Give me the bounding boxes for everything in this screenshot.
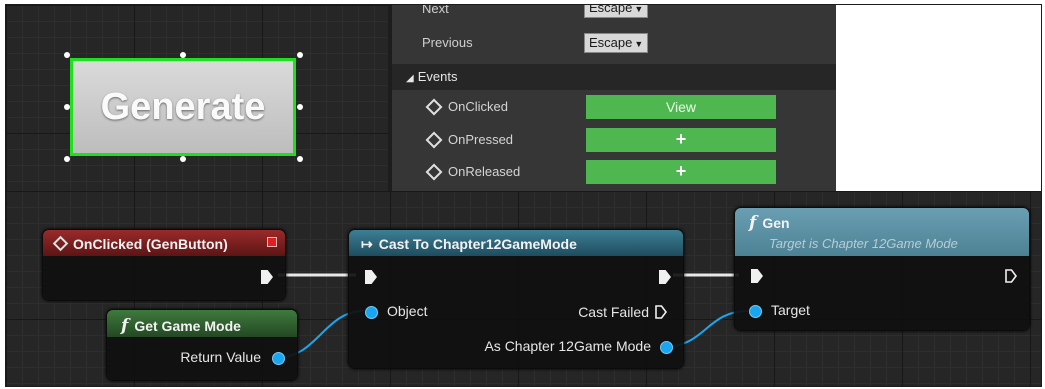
- resize-handle-top-right[interactable]: [297, 52, 303, 58]
- target-label: Target: [771, 302, 810, 318]
- cast-failed-pin[interactable]: [655, 305, 667, 319]
- event-row-onclicked: OnClicked: [425, 98, 508, 115]
- previous-label: Previous: [422, 35, 473, 50]
- event-row-onreleased: OnReleased: [425, 163, 521, 180]
- cast-node-title: Cast To Chapter12GameMode: [378, 236, 577, 252]
- gen-function-node[interactable]: f Gen Target is Chapter 12Game Mode Targe…: [734, 207, 1030, 331]
- previous-dropdown[interactable]: Escape ▼: [584, 33, 648, 53]
- cast-node[interactable]: ↦ Cast To Chapter12GameMode Object Cast F…: [348, 229, 684, 369]
- designer-canvas[interactable]: Generate: [6, 5, 388, 191]
- return-value-label: Return Value: [180, 349, 261, 365]
- delegate-pin-icon[interactable]: [267, 237, 277, 247]
- get-game-mode-node[interactable]: f Get Game Mode Return Value: [106, 309, 298, 381]
- onpressed-add-button[interactable]: +: [586, 128, 776, 152]
- editor-frame: Generate Next Escape ▼ Previous Escape ▼ ◢…: [5, 4, 1042, 387]
- event-node-title: OnClicked (GenButton): [73, 236, 228, 252]
- cast-arrow-icon: ↦: [361, 236, 373, 252]
- event-node-onclicked[interactable]: OnClicked (GenButton): [42, 229, 286, 301]
- onreleased-add-button[interactable]: +: [586, 160, 776, 184]
- function-icon: f: [121, 316, 129, 336]
- gen-node-subtitle: Target is Chapter 12Game Mode: [769, 236, 958, 251]
- events-header-label: Events: [417, 69, 458, 84]
- event-diamond-icon: [425, 131, 443, 148]
- next-label: Next: [422, 4, 449, 16]
- generate-button[interactable]: Generate: [70, 58, 296, 156]
- next-dropdown[interactable]: Escape ▼: [584, 4, 648, 18]
- chevron-down-icon: ▼: [634, 39, 644, 49]
- collapse-arrow-icon: ◢: [406, 73, 414, 84]
- blueprint-graph[interactable]: OnClicked (GenButton) f Get Game Mode Ret…: [6, 191, 1041, 386]
- target-pin[interactable]: [749, 305, 762, 318]
- events-section-header[interactable]: ◢ Events: [392, 64, 836, 90]
- next-value: Escape: [589, 4, 633, 15]
- resize-handle-right[interactable]: [297, 104, 303, 110]
- as-game-mode-label: As Chapter 12Game Mode: [484, 338, 651, 354]
- resize-handle-left[interactable]: [64, 104, 70, 110]
- gen-node-title: Gen: [762, 215, 790, 231]
- resize-handle-bottom-left[interactable]: [64, 156, 70, 162]
- object-label: Object: [387, 303, 428, 319]
- resize-handle-bottom[interactable]: [180, 156, 186, 162]
- resize-handle-top[interactable]: [180, 52, 186, 58]
- resize-handle-bottom-right[interactable]: [297, 156, 303, 162]
- as-game-mode-pin[interactable]: [660, 341, 673, 354]
- chevron-down-icon: ▼: [634, 4, 644, 14]
- resize-handle-top-left[interactable]: [64, 52, 70, 58]
- event-label: OnClicked: [448, 99, 508, 114]
- event-row-onpressed: OnPressed: [425, 131, 514, 148]
- event-diamond-icon: [425, 98, 443, 115]
- get-game-mode-title: Get Game Mode: [134, 318, 241, 334]
- return-value-pin[interactable]: [272, 352, 285, 365]
- onclicked-view-button[interactable]: View: [586, 95, 776, 119]
- cast-failed-label: Cast Failed: [578, 304, 649, 320]
- object-pin[interactable]: [365, 306, 378, 319]
- previous-value: Escape: [589, 35, 633, 50]
- event-label: OnReleased: [448, 164, 521, 179]
- event-label: OnPressed: [448, 132, 514, 147]
- function-icon: f: [749, 213, 757, 233]
- event-diamond-icon: [52, 235, 69, 252]
- details-panel: Next Escape ▼ Previous Escape ▼ ◢ Events On…: [388, 4, 836, 197]
- event-diamond-icon: [425, 163, 443, 180]
- exec-out-pin[interactable]: [1005, 269, 1017, 283]
